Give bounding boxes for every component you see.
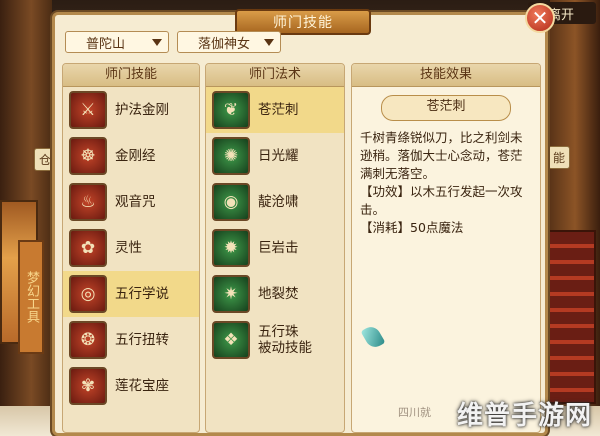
spells-list: ❦ 苍茫刺 ✺ 日光耀 ◉ 靛沧啸 ✹ 巨岩击 ✷ 地裂焚 ❖ 五行珠 被动技能 bbox=[206, 87, 344, 363]
spell-row[interactable]: ✺ 日光耀 bbox=[206, 133, 344, 179]
skill-row[interactable]: ♨ 观音咒 bbox=[63, 179, 199, 225]
gem-icon bbox=[360, 323, 386, 351]
skills-column: 师门技能 ⚔ 护法金刚 ☸ 金刚经 ♨ 观音咒 ✿ 灵性 ◎ 五行学说 ❂ 五行扭转 ✾ 莲花宝座 bbox=[62, 63, 200, 433]
skill-row[interactable]: ☸ 金刚经 bbox=[63, 133, 199, 179]
school-dropdown[interactable]: 普陀山 bbox=[65, 31, 169, 53]
spell-label: 靛沧啸 bbox=[258, 194, 299, 210]
spirit-icon-glyph: ✿ bbox=[80, 238, 96, 258]
school-value: 普陀山 bbox=[86, 36, 126, 52]
spell-row[interactable]: ◉ 靛沧啸 bbox=[206, 179, 344, 225]
master-value: 落伽神女 bbox=[198, 36, 251, 52]
chevron-down-icon bbox=[264, 39, 274, 46]
skill-label: 五行扭转 bbox=[115, 332, 169, 348]
close-button[interactable]: ✕ bbox=[525, 3, 555, 33]
right-side-tab: 能 bbox=[547, 146, 570, 169]
effect-function: 【功效】以木五行发起一次攻击。 bbox=[360, 184, 523, 217]
skill-name: 金刚经 bbox=[115, 148, 156, 164]
sun-icon: ✺ bbox=[212, 137, 250, 175]
skill-label: 金刚经 bbox=[115, 148, 156, 164]
twist-icon-glyph: ❂ bbox=[80, 330, 96, 350]
fissure-icon-glyph: ✷ bbox=[223, 284, 239, 304]
fissure-icon: ✷ bbox=[212, 275, 250, 313]
skill-row[interactable]: ✾ 莲花宝座 bbox=[63, 363, 199, 409]
skill-row[interactable]: ⚔ 护法金刚 bbox=[63, 87, 199, 133]
sutra-icon-glyph: ☸ bbox=[80, 146, 96, 166]
skill-name: 观音咒 bbox=[115, 194, 156, 210]
right-shelf bbox=[548, 230, 596, 404]
orbs-icon-glyph: ❖ bbox=[223, 330, 239, 350]
wave-icon: ◉ bbox=[212, 183, 250, 221]
effect-header: 技能效果 bbox=[352, 64, 540, 87]
spell-label: 五行珠 被动技能 bbox=[258, 324, 312, 356]
twist-icon: ❂ bbox=[69, 321, 107, 359]
spells-column: 师门法术 ❦ 苍茫刺 ✺ 日光耀 ◉ 靛沧啸 ✹ 巨岩击 ✷ 地裂焚 ❖ 五行珠 被动技能 bbox=[205, 63, 345, 433]
skills-panel: 师门技能 ✕ 普陀山 落伽神女 师门技能 ⚔ 护法金刚 ☸ 金刚经 ♨ 观音咒 ✿ 灵性 ◎ 五行… bbox=[52, 3, 555, 436]
skills-list: ⚔ 护法金刚 ☸ 金刚经 ♨ 观音咒 ✿ 灵性 ◎ 五行学说 ❂ 五行扭转 ✾ 莲花宝座 bbox=[63, 87, 199, 409]
five-elements-icon: ◎ bbox=[69, 275, 107, 313]
pagoda-icon: ♨ bbox=[69, 183, 107, 221]
spell-name: 靛沧啸 bbox=[258, 194, 299, 210]
thorn-icon-glyph: ❦ bbox=[223, 100, 239, 120]
skill-row[interactable]: ✿ 灵性 bbox=[63, 225, 199, 271]
spell-row[interactable]: ✷ 地裂焚 bbox=[206, 271, 344, 317]
master-dropdown[interactable]: 落伽神女 bbox=[177, 31, 281, 53]
skill-row[interactable]: ❂ 五行扭转 bbox=[63, 317, 199, 363]
thorn-icon: ❦ bbox=[212, 91, 250, 129]
skill-label: 五行学说 bbox=[115, 286, 169, 302]
orbs-icon: ❖ bbox=[212, 321, 250, 359]
rock-icon: ✹ bbox=[212, 229, 250, 267]
chevron-down-icon bbox=[152, 39, 162, 46]
spell-label: 巨岩击 bbox=[258, 240, 299, 256]
sutra-icon: ☸ bbox=[69, 137, 107, 175]
spell-row[interactable]: ❖ 五行珠 被动技能 bbox=[206, 317, 344, 363]
spells-header: 师门法术 bbox=[206, 64, 344, 87]
wave-icon-glyph: ◉ bbox=[223, 192, 239, 212]
skill-label: 灵性 bbox=[115, 240, 142, 256]
lotus-icon-glyph: ✾ bbox=[80, 376, 96, 396]
skill-row[interactable]: ◎ 五行学说 bbox=[63, 271, 199, 317]
skill-name: 五行学说 bbox=[115, 286, 169, 302]
spell-name: 巨岩击 bbox=[258, 240, 299, 256]
watermark: 维普手游网 bbox=[456, 401, 592, 431]
spell-label: 日光耀 bbox=[258, 148, 299, 164]
spell-name: 日光耀 bbox=[258, 148, 299, 164]
spirit-icon: ✿ bbox=[69, 229, 107, 267]
spell-name: 苍茫刺 bbox=[258, 102, 299, 118]
skill-name: 五行扭转 bbox=[115, 332, 169, 348]
effect-description: 千树青绦锐似刀，比之利剑未逊稍。落伽大士心念动，苍茫满刺无落空。 bbox=[360, 130, 523, 181]
effect-skill-name: 苍茫刺 bbox=[381, 95, 511, 121]
vertical-sign: 梦幻工具 bbox=[18, 240, 44, 354]
spell-label: 地裂焚 bbox=[258, 286, 299, 302]
rock-icon-glyph: ✹ bbox=[223, 238, 239, 258]
vajra-icon: ⚔ bbox=[69, 91, 107, 129]
skill-name: 灵性 bbox=[115, 240, 142, 256]
spell-name: 地裂焚 bbox=[258, 286, 299, 302]
skill-label: 莲花宝座 bbox=[115, 378, 169, 394]
skill-label: 观音咒 bbox=[115, 194, 156, 210]
effect-cost: 【消耗】50点魔法 bbox=[360, 220, 464, 235]
skills-header: 师门技能 bbox=[63, 64, 199, 87]
skill-name: 莲花宝座 bbox=[115, 378, 169, 394]
spell-row[interactable]: ❦ 苍茫刺 bbox=[206, 87, 344, 133]
skill-name: 护法金刚 bbox=[115, 102, 169, 118]
lotus-icon: ✾ bbox=[69, 367, 107, 405]
watermark-small: 四川就 bbox=[398, 406, 431, 419]
sun-icon-glyph: ✺ bbox=[223, 146, 239, 166]
spell-row[interactable]: ✹ 巨岩击 bbox=[206, 225, 344, 271]
effect-column: 技能效果 苍茫刺 千树青绦锐似刀，比之利剑未逊稍。落伽大士心念动，苍茫满刺无落空… bbox=[351, 63, 541, 433]
vajra-icon-glyph: ⚔ bbox=[80, 100, 96, 120]
spell-label: 苍茫刺 bbox=[258, 102, 299, 118]
spell-name: 五行珠 bbox=[258, 324, 299, 340]
five-elements-icon-glyph: ◎ bbox=[80, 284, 96, 304]
spell-subtitle: 被动技能 bbox=[258, 340, 312, 356]
pagoda-icon-glyph: ♨ bbox=[80, 192, 96, 212]
skill-label: 护法金刚 bbox=[115, 102, 169, 118]
effect-text: 千树青绦锐似刀，比之利剑未逊稍。落伽大士心念动，苍茫满刺无落空。 【功效】以木五… bbox=[360, 129, 532, 237]
